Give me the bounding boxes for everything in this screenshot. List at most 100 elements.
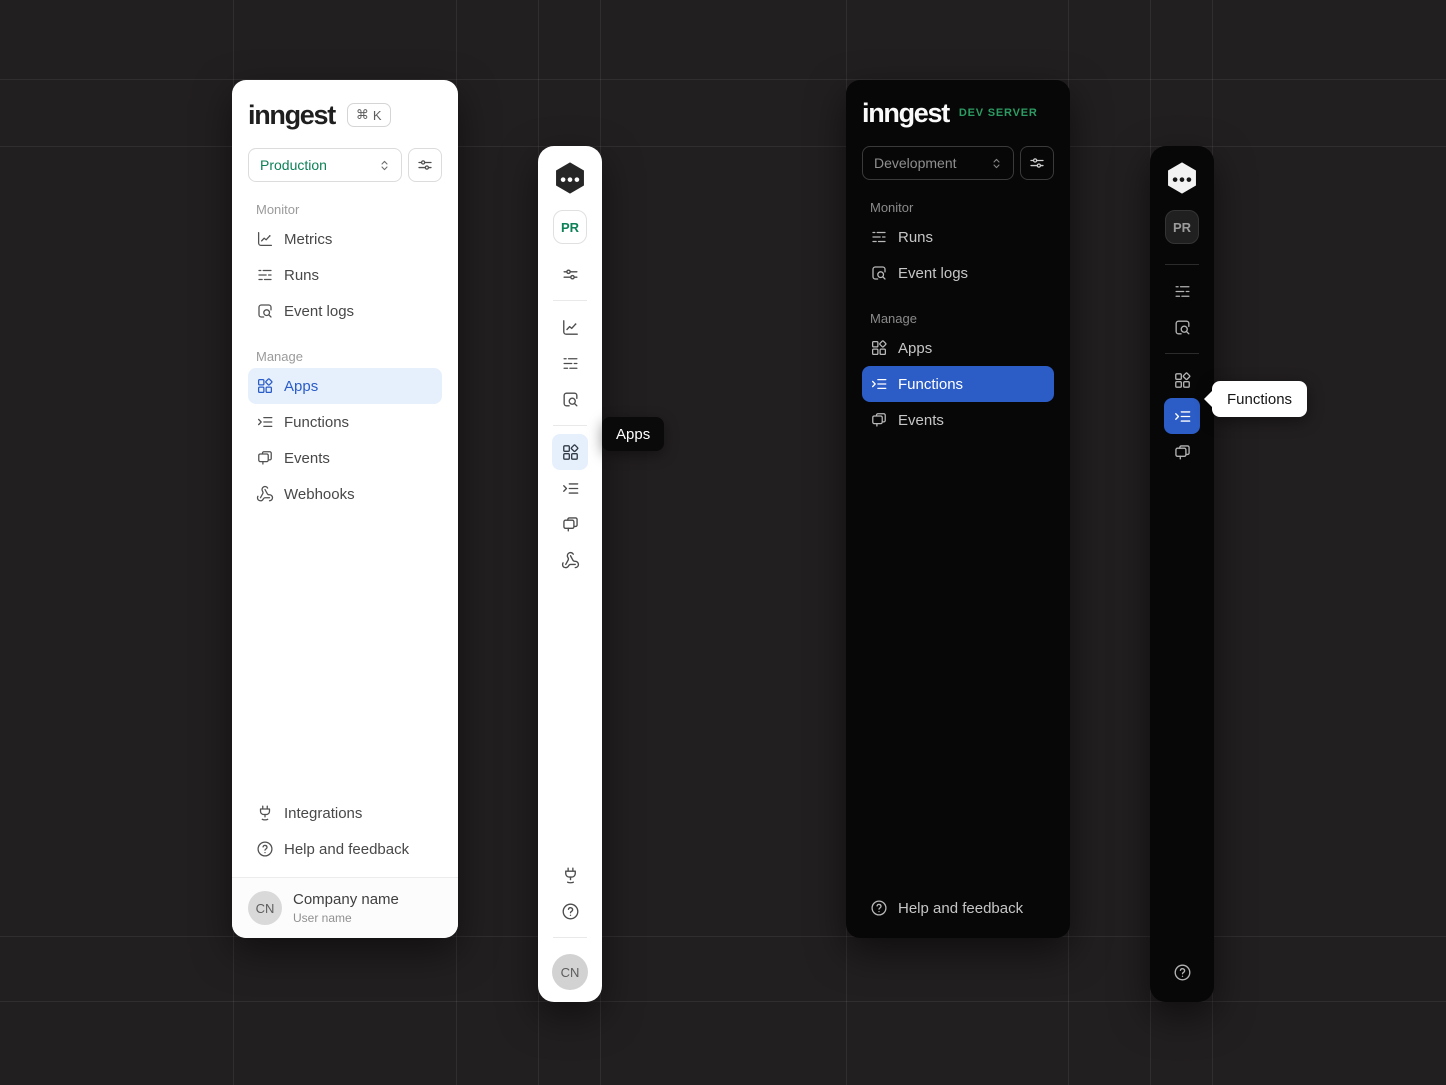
- sidebar-item-integrations[interactable]: Integrations: [248, 795, 442, 831]
- sidebar-item-runs[interactable]: [1164, 273, 1200, 309]
- sidebar-item-events[interactable]: [552, 506, 588, 542]
- sidebar-item-label: Apps: [898, 340, 932, 357]
- sidebar-item-label: Functions: [284, 414, 349, 431]
- command-k-shortcut[interactable]: ⌘ K: [347, 103, 391, 127]
- divider: [553, 937, 587, 938]
- sidebar-item-runs[interactable]: Runs: [248, 257, 442, 293]
- sidebar-item-event-logs[interactable]: [1164, 309, 1200, 345]
- apps-icon: [1173, 371, 1192, 390]
- sidebar-item-apps[interactable]: Apps: [862, 330, 1054, 366]
- help-icon: [1173, 963, 1192, 982]
- webhooks-icon: [256, 485, 274, 503]
- filter-button[interactable]: [1020, 146, 1054, 180]
- functions-icon: [870, 375, 888, 393]
- environment-select[interactable]: Production: [248, 148, 402, 182]
- sidebar-item-event-logs[interactable]: Event logs: [862, 255, 1054, 291]
- metrics-icon: [256, 230, 274, 248]
- functions-icon: [256, 413, 274, 431]
- environment-row: Production: [248, 148, 442, 182]
- sliders-icon: [1028, 154, 1046, 172]
- sidebar-item-label: Runs: [898, 229, 933, 246]
- inngest-logo: inngest: [248, 102, 335, 129]
- sidebar-item-events[interactable]: [1164, 434, 1200, 470]
- sidebar-dark-collapsed: PR: [1150, 146, 1214, 1002]
- sidebar-item-label: Integrations: [284, 805, 362, 822]
- sidebar-item-apps[interactable]: Apps: [248, 368, 442, 404]
- avatar[interactable]: CN: [552, 954, 588, 990]
- sidebar-item-label: Apps: [284, 378, 318, 395]
- company-name: Company name: [293, 891, 399, 909]
- events-icon: [870, 411, 888, 429]
- sidebar-item-help[interactable]: Help and feedback: [248, 831, 442, 867]
- sidebar-item-apps[interactable]: [1164, 362, 1200, 398]
- avatar: CN: [248, 891, 282, 925]
- apps-icon: [561, 443, 580, 462]
- divider: [553, 300, 587, 301]
- sidebar-item-metrics[interactable]: [552, 309, 588, 345]
- sidebar-item-label: Runs: [284, 267, 319, 284]
- sidebar-item-functions[interactable]: Functions: [248, 404, 442, 440]
- sidebar-item-event-logs[interactable]: [552, 381, 588, 417]
- environment-badge[interactable]: PR: [1165, 210, 1199, 244]
- environment-value: Production: [260, 157, 327, 173]
- runs-icon: [561, 354, 580, 373]
- sidebar-item-functions[interactable]: Functions: [862, 366, 1054, 402]
- shortcut-key: K: [373, 108, 382, 123]
- apps-icon: [256, 377, 274, 395]
- chevrons-up-down-icon: [989, 156, 1004, 171]
- divider: [1165, 353, 1199, 354]
- sidebar-item-runs[interactable]: [552, 345, 588, 381]
- grid-line: [0, 936, 1446, 937]
- sidebar-light-collapsed: PR CN: [538, 146, 602, 1002]
- environment-select[interactable]: Development: [862, 146, 1014, 180]
- sidebar-item-help[interactable]: [1164, 954, 1200, 990]
- spacer: [846, 438, 1070, 890]
- dev-server-tag: DEV SERVER: [959, 107, 1038, 119]
- divider: [1165, 264, 1199, 265]
- runs-icon: [256, 266, 274, 284]
- sidebar-item-help[interactable]: Help and feedback: [862, 890, 1054, 926]
- command-icon: ⌘: [356, 107, 369, 123]
- section-label-manage: Manage: [870, 311, 1046, 326]
- grid-line: [0, 1001, 1446, 1002]
- event-logs-icon: [1173, 318, 1192, 337]
- sidebar-item-webhooks[interactable]: [552, 542, 588, 578]
- grid-line: [0, 79, 1446, 80]
- sidebar-item-events[interactable]: Events: [248, 440, 442, 476]
- sidebar-item-integrations[interactable]: [552, 857, 588, 893]
- integrations-icon: [256, 804, 274, 822]
- sidebar-item-apps[interactable]: [552, 434, 588, 470]
- account-names: Company name User name: [293, 891, 399, 925]
- filter-button[interactable]: [552, 256, 588, 292]
- runs-icon: [1173, 282, 1192, 301]
- sidebar-item-label: Metrics: [284, 231, 332, 248]
- sidebar-item-label: Help and feedback: [898, 900, 1023, 917]
- sidebar-item-runs[interactable]: Runs: [862, 219, 1054, 255]
- sidebar-item-functions[interactable]: [1164, 398, 1200, 434]
- filter-button[interactable]: [408, 148, 442, 182]
- sidebar-item-events[interactable]: Events: [862, 402, 1054, 438]
- sidebar-item-label: Webhooks: [284, 486, 355, 503]
- chevrons-up-down-icon: [377, 158, 392, 173]
- metrics-icon: [561, 318, 580, 337]
- environment-badge[interactable]: PR: [553, 210, 587, 244]
- sidebar-item-metrics[interactable]: Metrics: [248, 221, 442, 257]
- tooltip-functions: Functions: [1212, 381, 1307, 417]
- sidebar-item-webhooks[interactable]: Webhooks: [248, 476, 442, 512]
- event-logs-icon: [561, 390, 580, 409]
- functions-icon: [1173, 407, 1192, 426]
- sliders-icon: [416, 156, 434, 174]
- tooltip-apps: Apps: [602, 417, 664, 451]
- sidebar-dark-expanded: inngest DEV SERVER Development Monitor R…: [846, 80, 1070, 938]
- sidebar-header: inngest ⌘ K: [248, 98, 442, 132]
- help-icon: [256, 840, 274, 858]
- webhooks-icon: [561, 551, 580, 570]
- sidebar-item-label: Event logs: [898, 265, 968, 282]
- inngest-logo: inngest: [862, 100, 949, 127]
- events-icon: [256, 449, 274, 467]
- sidebar-item-help[interactable]: [552, 893, 588, 929]
- account-footer[interactable]: CN Company name User name: [232, 877, 458, 938]
- help-icon: [870, 899, 888, 917]
- sidebar-item-functions[interactable]: [552, 470, 588, 506]
- sidebar-item-event-logs[interactable]: Event logs: [248, 293, 442, 329]
